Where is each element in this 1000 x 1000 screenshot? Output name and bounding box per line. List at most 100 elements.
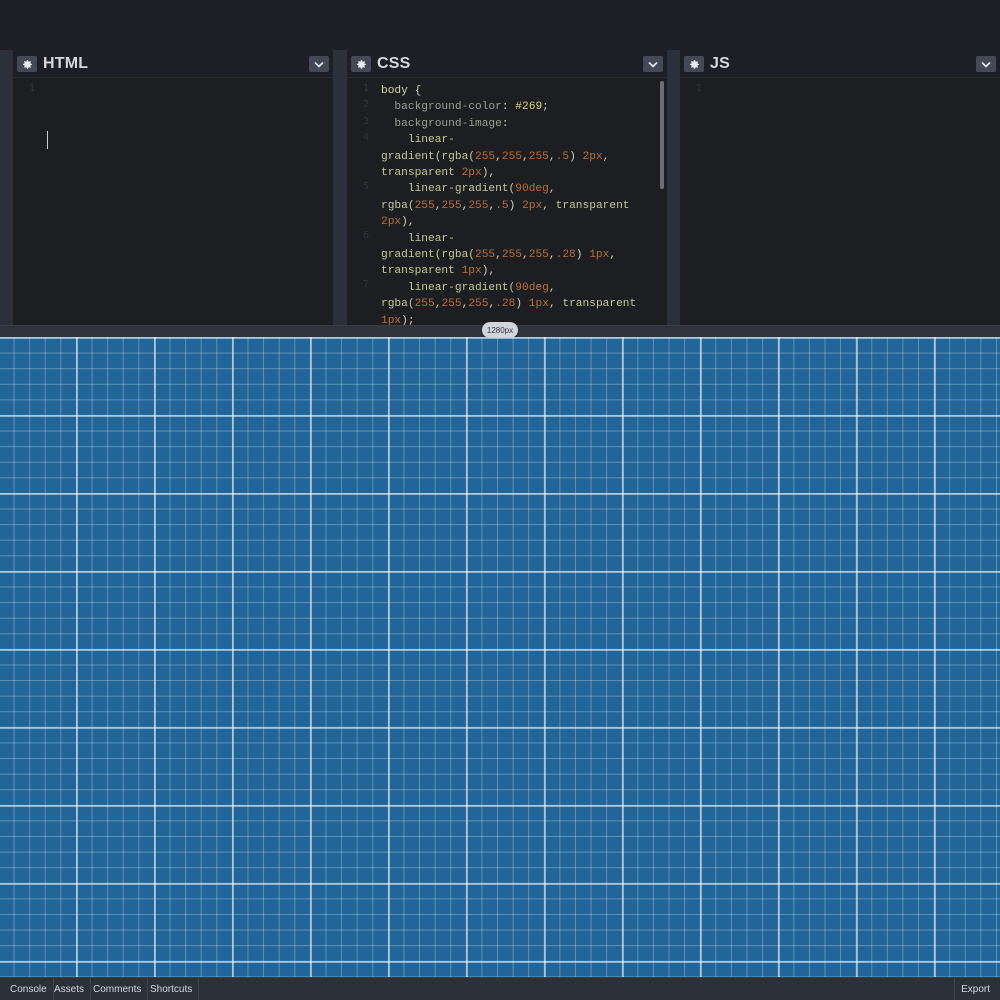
gear-icon — [22, 59, 32, 69]
footer-bar: Console Assets Comments Shortcuts Export — [0, 977, 1000, 1000]
js-collapse-button[interactable] — [976, 56, 996, 72]
code-token: 1px — [589, 249, 610, 262]
line-number: 4 — [362, 132, 369, 143]
code-token: 255 — [528, 150, 549, 163]
code-token: , — [495, 249, 502, 262]
code-token: ), — [481, 167, 496, 180]
code-token: linear-gradient( — [381, 183, 516, 196]
code-token: ; — [542, 101, 549, 114]
code-token: linear- — [381, 232, 455, 245]
preview-width-label: 1280px — [482, 322, 518, 338]
code-token: ), — [401, 216, 415, 229]
line-number: 1 — [695, 83, 702, 94]
code-token: 255 — [501, 249, 523, 262]
html-code-area[interactable]: 1 — [13, 79, 333, 325]
top-header-bar — [0, 0, 1000, 50]
code-token: 255 — [528, 249, 549, 262]
code-token: 1px — [528, 298, 549, 311]
code-token: 2px — [582, 150, 603, 163]
code-token: 2px — [381, 216, 402, 229]
code-token: , — [609, 249, 617, 262]
code-token: { — [407, 85, 422, 97]
code-token: ) — [515, 298, 529, 311]
code-token: body — [381, 85, 408, 97]
code-token: , — [548, 183, 556, 196]
css-code-area[interactable]: 1 2 3 4 5 6 7 body { background-color: #… — [347, 79, 667, 325]
code-token: 255 — [441, 199, 462, 212]
line-number: 1 — [362, 83, 369, 94]
html-editor: HTML 1 — [13, 50, 333, 325]
code-token: #269 — [515, 101, 543, 114]
code-token: linear-gradient( — [381, 281, 516, 294]
console-button[interactable]: Console — [4, 978, 54, 1000]
code-token: : — [501, 101, 516, 114]
code-token: 1px — [381, 314, 402, 325]
css-editor-title: CSS — [377, 55, 411, 72]
html-editor-header: HTML — [13, 50, 333, 78]
code-token: transparent — [381, 167, 462, 180]
js-code-area[interactable]: 1 — [680, 79, 1000, 325]
shortcuts-button[interactable]: Shortcuts — [144, 978, 200, 1000]
editors-container: HTML 1 CSS 1 2 3 4 5 6 7 body {backgrou… — [0, 50, 1000, 325]
code-token: 255 — [441, 298, 462, 311]
code-token: 255 — [475, 249, 496, 262]
code-token: gradient(rgba( — [381, 249, 475, 262]
code-token: ) — [569, 150, 583, 163]
css-editor-header: CSS — [347, 50, 667, 78]
code-token: 255 — [468, 199, 489, 212]
gear-icon — [356, 59, 366, 69]
code-token: background-color — [381, 101, 502, 114]
text-cursor — [47, 131, 48, 149]
js-editor-header: JS — [680, 50, 1000, 78]
line-number: 3 — [362, 116, 369, 127]
line-number: 5 — [362, 181, 369, 192]
code-token: , — [522, 150, 529, 163]
assets-button[interactable]: Assets — [48, 978, 92, 1000]
code-token: , — [522, 249, 529, 262]
code-token: gradient(rgba( — [381, 150, 475, 163]
code-token: .28 — [555, 249, 576, 262]
css-settings-button[interactable] — [351, 56, 371, 72]
line-number: 6 — [362, 230, 369, 241]
gear-icon — [689, 59, 699, 69]
code-token: rgba( — [381, 199, 415, 212]
chevron-down-icon — [981, 61, 991, 68]
js-editor: JS 1 — [680, 50, 1000, 325]
code-token: : — [501, 117, 509, 130]
code-token: transparent — [381, 265, 462, 278]
code-token: ); — [401, 314, 415, 325]
code-token: background-image — [381, 117, 502, 130]
code-token: linear- — [381, 134, 455, 147]
code-token: 90deg — [515, 281, 549, 294]
code-token: , — [548, 281, 556, 294]
preview-frame[interactable] — [0, 337, 1000, 977]
code-token: 255 — [501, 150, 523, 163]
code-token: 255 — [468, 298, 489, 311]
css-editor: CSS 1 2 3 4 5 6 7 body { background-colo… — [347, 50, 667, 325]
comments-button[interactable]: Comments — [87, 978, 149, 1000]
line-number: 7 — [362, 279, 369, 290]
css-collapse-button[interactable] — [643, 56, 663, 72]
code-token: ), — [481, 265, 496, 278]
code-token: 255 — [475, 150, 496, 163]
html-settings-button[interactable] — [17, 56, 37, 72]
export-button[interactable]: Export — [954, 978, 996, 1000]
code-token: , transparent — [548, 298, 637, 311]
code-token: 255 — [414, 298, 435, 311]
html-collapse-button[interactable] — [309, 56, 329, 72]
code-token: , — [495, 150, 502, 163]
js-editor-title: JS — [710, 55, 730, 72]
code-token: 255 — [414, 199, 435, 212]
code-token: , transparent — [542, 199, 630, 212]
code-token: .5 — [555, 150, 570, 163]
code-token: .5 — [495, 199, 509, 212]
code-token: ) — [575, 249, 590, 262]
code-token: , — [548, 249, 556, 262]
js-settings-button[interactable] — [684, 56, 704, 72]
line-number: 1 — [28, 83, 35, 94]
code-token: 2px — [461, 167, 482, 180]
css-code-text: body { background-color: #269; backgroun… — [381, 83, 659, 325]
code-token: , — [602, 150, 610, 163]
code-token: .28 — [495, 298, 516, 311]
css-scrollbar[interactable] — [660, 81, 664, 189]
